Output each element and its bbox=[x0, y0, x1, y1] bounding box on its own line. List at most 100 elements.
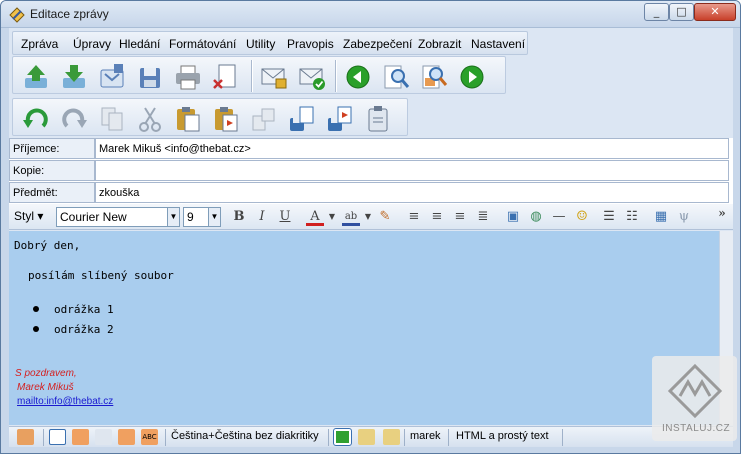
align-center-icon[interactable]: ≡ bbox=[428, 208, 446, 226]
list-item: odrážka 2 bbox=[54, 323, 114, 336]
close-button[interactable]: ✕ bbox=[694, 3, 736, 21]
table-icon[interactable]: ▦ bbox=[652, 208, 670, 226]
message-body[interactable]: Dobrý den, posílám slíbený soubor odrážk… bbox=[9, 231, 719, 425]
style-dropdown[interactable]: Styl ▾ bbox=[14, 209, 43, 223]
italic-icon[interactable]: I bbox=[253, 208, 271, 226]
app-icon bbox=[9, 7, 25, 23]
copy-button[interactable] bbox=[97, 104, 127, 134]
attach-button[interactable] bbox=[287, 104, 317, 134]
attach-send-icon bbox=[328, 106, 352, 131]
quote-button[interactable] bbox=[249, 104, 279, 134]
undo-button[interactable] bbox=[21, 104, 51, 134]
watermark-text: INSTALUJ.CZ bbox=[662, 423, 731, 434]
to-label[interactable]: Příjemce: bbox=[9, 138, 95, 159]
align-left-icon[interactable]: ≡ bbox=[405, 208, 423, 226]
menu-pravopis[interactable]: Pravopis bbox=[287, 37, 334, 51]
quote-mode-icon[interactable] bbox=[118, 429, 135, 445]
find-replace-button[interactable] bbox=[419, 62, 449, 92]
align-right-icon[interactable]: ≡ bbox=[451, 208, 469, 226]
size-select[interactable]: 9 ▼ bbox=[183, 207, 221, 227]
cc-label[interactable]: Kopie: bbox=[9, 160, 95, 181]
attach-send-button[interactable] bbox=[325, 104, 355, 134]
envelope-check-icon[interactable] bbox=[358, 429, 375, 445]
wrap-icon[interactable] bbox=[95, 429, 112, 445]
green-status-icon[interactable] bbox=[333, 428, 352, 446]
edit-toolbar bbox=[12, 98, 408, 136]
chevron-down-icon[interactable]: ▼ bbox=[167, 208, 179, 226]
redo-button[interactable] bbox=[59, 104, 89, 134]
signature-link[interactable]: mailto:info@thebat.cz bbox=[17, 396, 113, 407]
chevron-down-icon[interactable]: ▼ bbox=[323, 208, 341, 226]
highlight-icon[interactable]: ab bbox=[342, 208, 360, 226]
status-separator bbox=[562, 429, 563, 446]
mode-status[interactable]: HTML a prostý text bbox=[456, 430, 549, 442]
next-button[interactable] bbox=[457, 62, 487, 92]
message-icon[interactable] bbox=[17, 429, 34, 445]
list-item: odrážka 1 bbox=[54, 303, 114, 316]
menu-hledani[interactable]: Hledání bbox=[119, 37, 160, 51]
body-greeting: Dobrý den, bbox=[14, 239, 81, 252]
encrypt-button[interactable] bbox=[259, 62, 289, 92]
html-mode-icon[interactable] bbox=[72, 429, 89, 445]
chevron-down-icon[interactable]: ▼ bbox=[208, 208, 220, 226]
print-button[interactable] bbox=[173, 62, 203, 92]
prev-icon bbox=[346, 65, 370, 89]
menu-formatovani[interactable]: Formátování bbox=[169, 37, 236, 51]
hyperlink-icon[interactable]: ◍ bbox=[527, 208, 545, 226]
queue-button[interactable] bbox=[97, 62, 127, 92]
horizontal-line-icon[interactable]: — bbox=[550, 208, 568, 226]
paste-special-button[interactable] bbox=[211, 104, 241, 134]
send-icon bbox=[25, 65, 47, 88]
smiley-icon[interactable]: ☺ bbox=[573, 208, 591, 226]
toolbar-separator bbox=[251, 60, 253, 92]
subject-field[interactable]: zkouška bbox=[95, 182, 729, 203]
justify-icon[interactable]: ≣ bbox=[474, 208, 492, 226]
sign-button[interactable] bbox=[297, 62, 327, 92]
image-icon[interactable]: ▣ bbox=[504, 208, 522, 226]
menu-upravy[interactable]: Úpravy bbox=[73, 37, 111, 51]
title-bar[interactable]: Editace zprávy _ □ ✕ bbox=[1, 1, 740, 28]
spell-icon[interactable]: ψ bbox=[675, 208, 693, 226]
plain-text-icon[interactable] bbox=[49, 429, 66, 445]
numbered-list-icon[interactable]: ☷ bbox=[623, 208, 641, 226]
menu-zprava[interactable]: Zpráva bbox=[21, 37, 58, 51]
language-status[interactable]: Čeština+Čeština bez diakritiky bbox=[171, 430, 319, 442]
font-value: Courier New bbox=[60, 210, 127, 224]
attachment-status-icon[interactable] bbox=[383, 429, 400, 445]
menu-zabezpeceni[interactable]: Zabezpečení bbox=[343, 37, 412, 51]
previous-button[interactable] bbox=[343, 62, 373, 92]
paste-button[interactable] bbox=[173, 104, 203, 134]
clipboard-button[interactable] bbox=[363, 104, 393, 134]
find-replace-icon bbox=[422, 65, 448, 89]
signature-closing: S pozdravem, bbox=[15, 368, 77, 379]
font-select[interactable]: Courier New ▼ bbox=[56, 207, 180, 227]
status-separator bbox=[165, 429, 166, 446]
underline-icon[interactable]: U bbox=[276, 208, 294, 226]
header-fields: Příjemce: Marek Mikuš <info@thebat.cz> K… bbox=[9, 138, 733, 204]
bullet-list-icon[interactable]: ☰ bbox=[600, 208, 618, 226]
minimize-button[interactable]: _ bbox=[644, 3, 669, 21]
text-color-icon[interactable]: A bbox=[306, 208, 324, 226]
bold-icon[interactable]: B bbox=[230, 208, 248, 226]
attach-icon bbox=[290, 106, 314, 131]
subject-row: Předmět: zkouška bbox=[9, 182, 733, 204]
status-bar: ABC Čeština+Čeština bez diakritiky marek… bbox=[9, 426, 733, 447]
menu-nastaveni[interactable]: Nastavení bbox=[471, 37, 525, 51]
discard-button[interactable] bbox=[211, 62, 241, 92]
save-outbox-button[interactable] bbox=[59, 62, 89, 92]
send-button[interactable] bbox=[21, 62, 51, 92]
menu-zobrazit[interactable]: Zobrazit bbox=[418, 37, 461, 51]
chevron-down-icon[interactable]: ▼ bbox=[359, 208, 377, 226]
spellcheck-icon[interactable]: ABC bbox=[141, 429, 158, 445]
find-button[interactable] bbox=[381, 62, 411, 92]
save-draft-button[interactable] bbox=[135, 62, 165, 92]
maximize-button[interactable]: □ bbox=[669, 3, 694, 21]
more-button[interactable]: » bbox=[713, 204, 731, 222]
toolbar-separator bbox=[335, 60, 337, 92]
menu-utility[interactable]: Utility bbox=[246, 37, 275, 51]
cut-button[interactable] bbox=[135, 104, 165, 134]
format-painter-icon[interactable]: ✎ bbox=[376, 208, 394, 226]
cc-field[interactable] bbox=[95, 160, 729, 181]
to-field[interactable]: Marek Mikuš <info@thebat.cz> bbox=[95, 138, 729, 159]
account-status[interactable]: marek bbox=[410, 430, 441, 442]
